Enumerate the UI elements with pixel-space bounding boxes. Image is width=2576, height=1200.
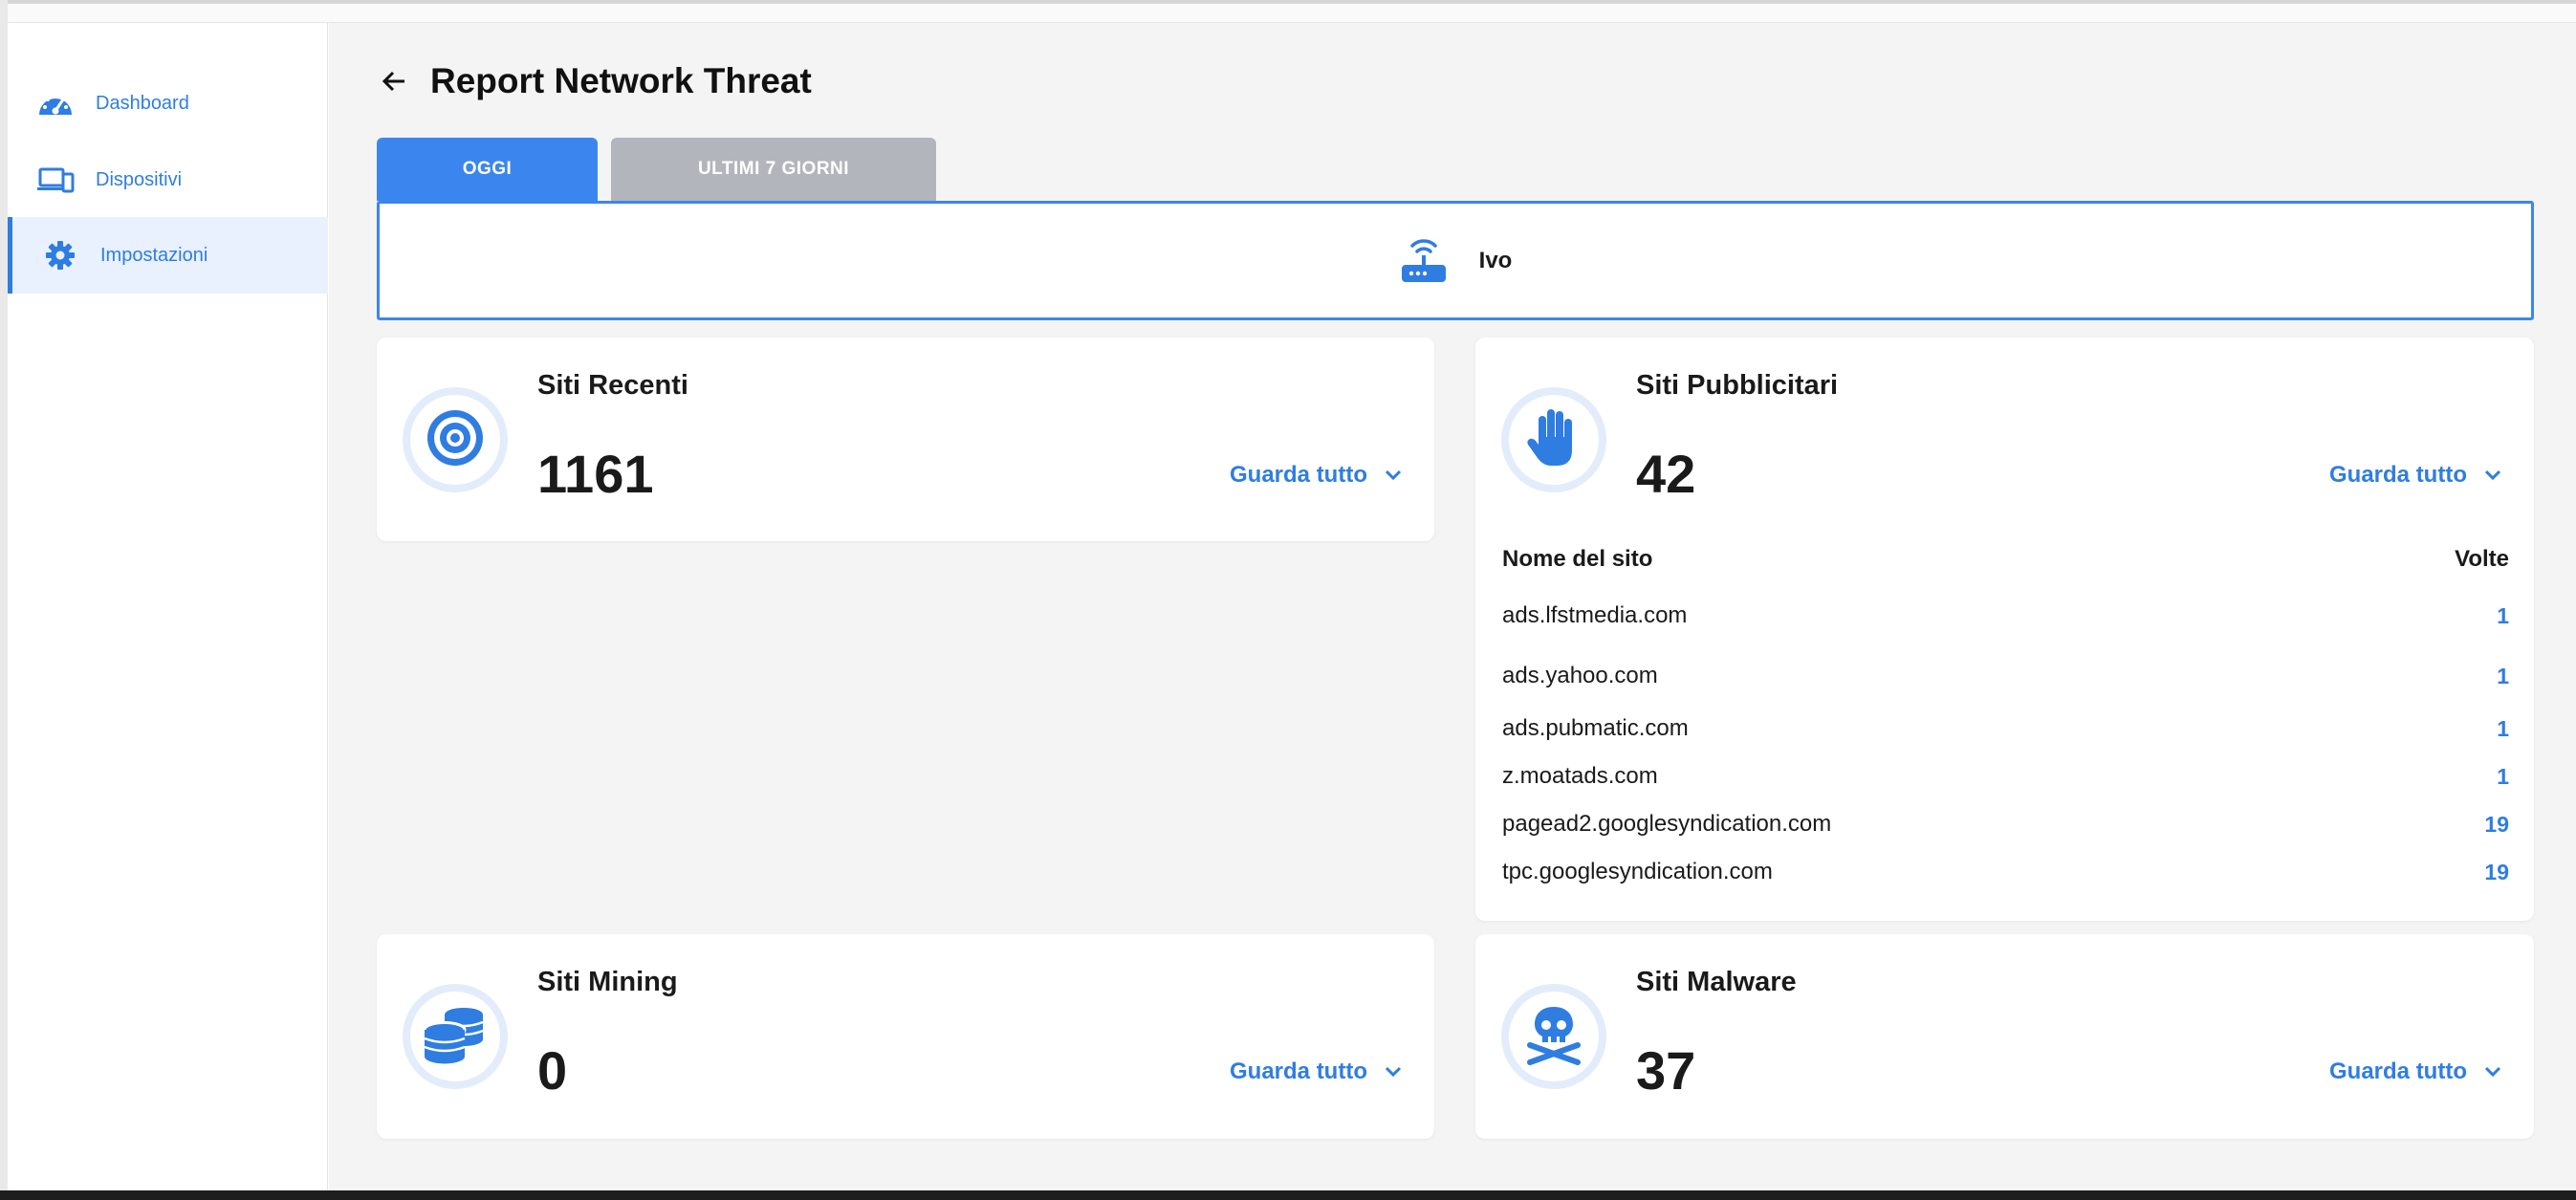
main-content: Report Network Threat OGGI ULTIMI 7 GIOR… [329, 23, 2576, 1190]
sidebar: Dashboard Dispositivi Impostazioni [8, 23, 328, 1190]
card-siti-malware: Siti Malware 37 Guarda tutto [1475, 934, 2534, 1139]
site-name: ads.yahoo.com [1502, 663, 1658, 688]
sidebar-item-label: Impostazioni [100, 244, 208, 266]
table-row[interactable]: tpc.googlesyndication.com 19 [1502, 848, 2509, 896]
coins-icon [422, 1003, 489, 1071]
sidebar-item-label: Dispositivi [96, 168, 183, 190]
sidebar-item-impostazioni[interactable]: Impostazioni [8, 217, 328, 294]
card-count: 0 [537, 1040, 568, 1101]
speedometer-icon [36, 88, 75, 119]
site-times: 1 [2497, 763, 2509, 789]
tab-oggi[interactable]: OGGI [377, 138, 598, 201]
card-count: 1161 [537, 444, 654, 504]
bottom-bar [0, 1190, 2576, 1200]
see-all-label: Guarda tutto [2329, 1058, 2467, 1084]
site-name: tpc.googlesyndication.com [1502, 859, 1773, 884]
sidebar-item-label: Dashboard [96, 92, 189, 114]
devices-icon [36, 164, 75, 195]
see-all-button[interactable]: Guarda tutto [1230, 1058, 1402, 1085]
window-left-border [0, 0, 8, 1200]
see-all-button[interactable]: Guarda tutto [1230, 462, 1402, 489]
column-header-site: Nome del sito [1502, 546, 1653, 572]
gear-icon [41, 240, 79, 271]
card-icon-ring [1501, 387, 1606, 492]
chevron-down-icon [2484, 1066, 2501, 1078]
card-count: 42 [1636, 444, 1696, 504]
table-row[interactable]: ads.pubmatic.com 1 [1502, 705, 2509, 753]
skull-crossbones-icon [1522, 1003, 1585, 1071]
chevron-down-icon [2484, 469, 2501, 481]
card-title: Siti Pubblicitari [1636, 370, 1839, 401]
card-siti-mining: Siti Mining 0 Guarda tutto [377, 934, 1434, 1139]
card-icon-ring [403, 387, 508, 492]
target-icon [425, 407, 486, 473]
site-name: pagead2.googlesyndication.com [1502, 811, 1832, 837]
app-window: Dashboard Dispositivi Impostazioni Repor… [0, 0, 2576, 1200]
see-all-label: Guarda tutto [1230, 462, 1367, 488]
card-title: Siti Malware [1636, 967, 1797, 997]
see-all-label: Guarda tutto [1230, 1058, 1367, 1084]
site-name: z.moatads.com [1502, 763, 1658, 789]
sidebar-item-dispositivi[interactable]: Dispositivi [8, 142, 328, 218]
see-all-button[interactable]: Guarda tutto [2329, 1058, 2501, 1085]
sidebar-item-dashboard[interactable]: Dashboard [8, 65, 328, 142]
site-name: ads.pubmatic.com [1502, 715, 1689, 741]
site-times: 1 [2497, 663, 2509, 688]
page-title: Report Network Threat [430, 61, 812, 100]
see-all-button[interactable]: Guarda tutto [2329, 462, 2501, 489]
chevron-down-icon [1385, 1066, 1402, 1078]
column-header-times: Volte [2455, 546, 2509, 572]
site-times: 1 [2497, 715, 2509, 741]
table-row[interactable]: z.moatads.com 1 [1502, 753, 2509, 800]
card-count: 37 [1636, 1040, 1696, 1101]
page-header: Report Network Threat [377, 61, 812, 101]
site-name: ads.lfstmedia.com [1502, 602, 1688, 628]
top-strip [8, 4, 2576, 23]
see-all-label: Guarda tutto [2329, 462, 2467, 488]
table-row[interactable]: ads.lfstmedia.com 1 [1502, 584, 2509, 647]
site-times: 1 [2497, 602, 2509, 628]
card-siti-recenti: Siti Recenti 1161 Guarda tutto [377, 338, 1434, 541]
card-title: Siti Mining [537, 967, 678, 997]
card-icon-ring [1501, 984, 1606, 1089]
chevron-down-icon [1385, 469, 1402, 481]
card-title: Siti Recenti [537, 370, 688, 401]
hand-stop-icon [1524, 406, 1583, 474]
ads-sites-table: Nome del sito Volte ads.lfstmedia.com 1 … [1502, 546, 2509, 896]
router-icon [1399, 236, 1449, 286]
table-header: Nome del sito Volte [1502, 546, 2509, 584]
table-row[interactable]: ads.yahoo.com 1 [1502, 647, 2509, 705]
table-row[interactable]: pagead2.googlesyndication.com 19 [1502, 800, 2509, 848]
site-times: 19 [2484, 811, 2509, 837]
card-siti-pubblicitari: Siti Pubblicitari 42 Guarda tutto Nome d… [1475, 338, 2534, 921]
device-name: Ivo [1478, 247, 1513, 273]
site-times: 19 [2484, 859, 2509, 884]
device-selector[interactable]: Ivo [377, 201, 2534, 320]
tab-ultimi-7-giorni[interactable]: ULTIMI 7 GIORNI [611, 138, 936, 201]
arrow-left-icon[interactable] [377, 64, 411, 98]
card-icon-ring [403, 984, 508, 1089]
